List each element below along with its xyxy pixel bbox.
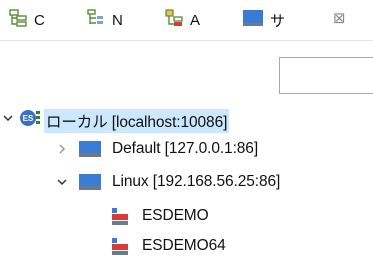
tree-node-server-default-label: Default [127.0.0.1:86] <box>112 140 259 157</box>
tab-server-label: サ <box>270 12 286 30</box>
app-tree-icon <box>164 8 184 32</box>
tab-server[interactable]: サ ⊠ <box>234 0 373 40</box>
filter-input[interactable] <box>279 57 373 94</box>
tab-n-label: N <box>112 11 123 29</box>
tree-node-region-esdemo64-label: ESDEMO64 <box>142 237 226 254</box>
tab-c-label: C <box>34 11 45 29</box>
region-icon <box>110 207 130 231</box>
chevron-right-icon[interactable] <box>56 136 68 162</box>
es-icon: ES <box>18 107 42 133</box>
chevron-down-icon[interactable] <box>56 169 68 195</box>
region-icon <box>110 237 130 261</box>
server-icon <box>78 139 102 163</box>
chevron-down-icon[interactable] <box>2 105 14 131</box>
tab-c[interactable]: C <box>0 0 78 40</box>
close-icon[interactable]: ⊠ <box>333 11 346 27</box>
view-tab-bar: C N A サ ⊠ <box>0 0 373 41</box>
connection-tree-icon <box>8 8 28 32</box>
tab-n[interactable]: N <box>78 0 156 40</box>
tab-a[interactable]: A <box>156 0 234 40</box>
server-icon <box>242 8 264 32</box>
svg-text:ES: ES <box>23 114 34 123</box>
server-icon <box>78 172 102 196</box>
tree-node-region-esdemo-label: ESDEMO <box>142 207 209 224</box>
node-list-icon <box>86 8 106 32</box>
tree-node-root-label: ローカル [localhost:10086] <box>44 109 230 133</box>
tree-node-server-linux-label: Linux [192.168.56.25:86] <box>112 173 281 190</box>
tab-a-label: A <box>190 11 201 29</box>
